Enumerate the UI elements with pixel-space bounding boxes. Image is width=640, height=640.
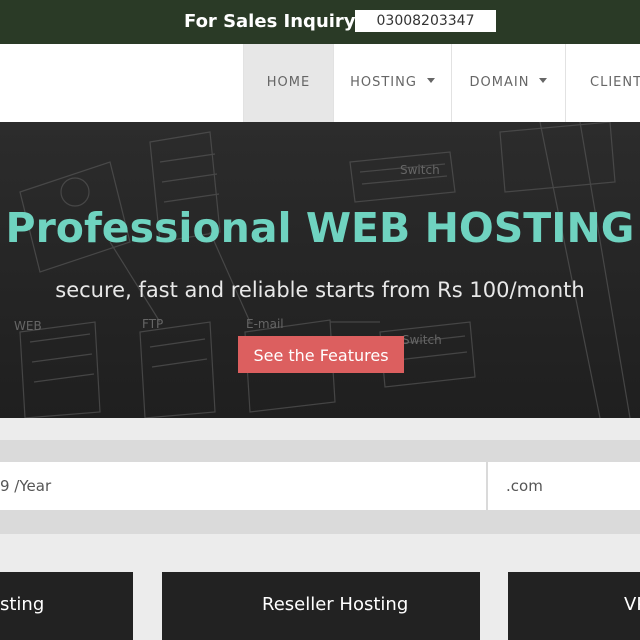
sketch-label-ftp: FTP xyxy=(142,317,163,331)
see-features-button[interactable]: See the Features xyxy=(238,336,404,373)
nav-home-label: HOME xyxy=(266,75,311,90)
plan-card-shared-hosting-label: sting xyxy=(0,594,45,615)
sketch-label-switch-top: Switch xyxy=(400,163,440,177)
plan-card-reseller-hosting[interactable]: Reseller Hosting xyxy=(162,572,480,640)
sales-phone-number[interactable]: 03008203347 xyxy=(355,10,496,32)
chevron-down-icon xyxy=(539,78,548,83)
chevron-down-icon xyxy=(426,78,435,83)
sketch-label-web: WEB xyxy=(14,319,42,333)
nav-domain[interactable]: DOMAIN xyxy=(451,44,565,122)
domain-search-band: 9 /Year .com xyxy=(0,440,640,534)
plan-card-shared-hosting[interactable]: sting xyxy=(0,572,133,640)
sketch-label-email: E-mail xyxy=(246,317,284,331)
plan-card-vps[interactable]: VP xyxy=(508,572,640,640)
nav-client[interactable]: CLIENT xyxy=(565,44,640,122)
tld-select[interactable]: .com xyxy=(488,462,640,510)
nav-client-label: CLIENT xyxy=(590,75,640,90)
domain-search-input[interactable]: 9 /Year xyxy=(0,462,486,510)
plan-card-reseller-hosting-label: Reseller Hosting xyxy=(262,594,409,615)
nav-domain-label: DOMAIN xyxy=(469,75,530,90)
main-navigation: HOME HOSTING DOMAIN CLIENT xyxy=(0,44,640,122)
nav-hosting[interactable]: HOSTING xyxy=(333,44,451,122)
nav-hosting-label: HOSTING xyxy=(350,75,417,90)
hero-subtitle: secure, fast and reliable starts from Rs… xyxy=(55,278,585,302)
sales-inquiry-label: For Sales Inquiry xyxy=(184,11,356,32)
tld-selected-value: .com xyxy=(506,477,543,495)
nav-home[interactable]: HOME xyxy=(243,44,333,122)
hero-title: Professional WEB HOSTING xyxy=(5,204,635,252)
sketch-label-switch-bottom: Switch xyxy=(402,333,442,347)
sales-inquiry-bar: For Sales Inquiry 03008203347 xyxy=(0,0,640,44)
plan-card-vps-label: VP xyxy=(624,594,640,615)
domain-price-text: 9 /Year xyxy=(0,477,52,495)
hero-banner: Switch WEB FTP E-mail Switch Professiona… xyxy=(0,122,640,418)
